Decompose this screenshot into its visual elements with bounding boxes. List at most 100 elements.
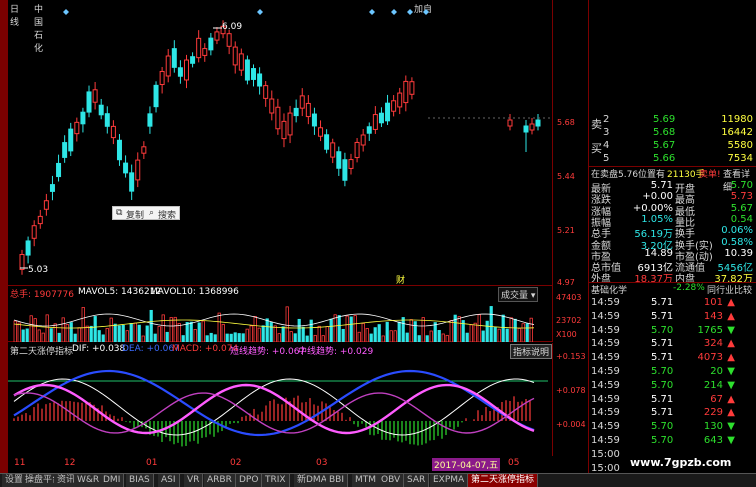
tab-indicator[interactable]: MTM — [352, 474, 381, 487]
volume-bar — [157, 326, 161, 343]
candlestick-chart[interactable]: 6.09 5.03 财 — [8, 0, 552, 286]
short-trend-label: 短线趋势: +0.067 — [230, 347, 306, 357]
indicator-help-button[interactable]: 指标说明 — [510, 344, 552, 359]
search-button[interactable]: 搜索 — [158, 208, 176, 221]
candle-body — [31, 225, 37, 239]
tab-indicator[interactable]: VR — [184, 474, 204, 487]
volume-bar — [37, 329, 41, 343]
volume-bar — [201, 320, 205, 343]
volume-bar — [173, 316, 177, 343]
price-tick: 5.21 — [557, 226, 575, 235]
indicator-panel[interactable]: 第二天涨停指标 DIF: +0.038 DEA: +0.067 MACD: +0… — [8, 343, 552, 456]
stat-value: 0.06% — [721, 225, 753, 237]
tab-indicator[interactable]: W&R — [74, 474, 104, 487]
tab-indicator[interactable]: TRIX — [262, 474, 290, 487]
volume-bar — [57, 332, 61, 343]
date-highlight: 2017-04-07,五 — [432, 458, 501, 471]
volume-bar — [441, 333, 445, 343]
volume-bar — [285, 306, 289, 343]
order-book-row[interactable]: 3 5.68 16442 — [589, 127, 756, 141]
volume-bar — [29, 315, 33, 343]
tab-indicator[interactable]: DPO — [236, 474, 263, 487]
macd-label: MACD: +0.074 — [172, 344, 239, 354]
volume-bar — [321, 335, 325, 343]
volume-bar — [181, 335, 185, 343]
arrow-down-icon: ▼ — [727, 366, 735, 377]
tab-indicator[interactable]: BBI — [326, 474, 349, 487]
candle-body — [354, 141, 360, 159]
tick-row: 14:59 5.71 4073 ▲ — [589, 352, 756, 366]
order-book-row[interactable]: 4 5.67 5580 — [589, 140, 756, 154]
volume-bar — [473, 322, 477, 343]
tab-indicator[interactable]: ASI — [158, 474, 180, 487]
volume-bar — [209, 332, 213, 343]
volume-bar — [49, 328, 53, 343]
sector-row[interactable]: 基础化学 -2.28% 同行业比较 — [589, 282, 756, 296]
stats-row: 最新 5.71 开盘 5.70 — [589, 180, 756, 195]
search-icon[interactable]: ⌕ — [149, 208, 154, 218]
tab-active-indicator[interactable]: 第二天涨停指标 — [468, 474, 539, 487]
volume-bar — [117, 325, 121, 343]
indicator-axis: +0.153 +0.078 +0.004 — [552, 343, 588, 456]
volume-bar — [481, 330, 485, 343]
tab-indicator[interactable]: BIAS — [126, 474, 154, 487]
volume-axis: 47403 23702 X100 — [552, 286, 588, 342]
tab-indicator[interactable]: SAR — [404, 474, 430, 487]
candle-body — [190, 56, 196, 64]
copy-icon[interactable]: ⧉ — [116, 208, 122, 218]
candle-body — [165, 55, 171, 77]
volume-bar — [269, 322, 273, 343]
volume-bar — [81, 307, 85, 343]
date-label: 12 — [64, 458, 76, 468]
tab-indicator[interactable]: DMI — [100, 474, 125, 487]
volume-bar — [109, 317, 113, 343]
volume-dropdown[interactable]: 成交量 ▾ — [498, 287, 539, 302]
tick-price: 5.71 — [651, 338, 674, 350]
tick-volume: 67 — [710, 393, 723, 405]
volume-bar — [185, 322, 189, 343]
event-marker-icon — [257, 9, 263, 15]
volume-bar — [253, 316, 257, 343]
tick-volume: 229 — [703, 407, 723, 419]
stat-value: 1.05% — [641, 213, 673, 225]
volume-bar — [317, 325, 321, 343]
compare-link[interactable]: 同行业比较 — [707, 283, 752, 296]
finance-marker[interactable]: 财 — [396, 273, 405, 286]
stats-row: 总市值 6913亿 流通值 5456亿 — [589, 259, 756, 274]
volume-bar — [417, 335, 421, 343]
volume-bar — [233, 332, 237, 343]
volume-bar — [45, 314, 49, 343]
volume-bar — [373, 327, 377, 343]
copy-button[interactable]: 复制 — [126, 208, 144, 221]
tab-indicator[interactable]: ARBR — [204, 474, 236, 487]
volume-bar — [377, 324, 381, 343]
order-book-row[interactable]: 5 5.66 7534 — [589, 153, 756, 167]
tick-price: 5.70 — [651, 435, 674, 446]
candle-body — [37, 215, 43, 225]
arrow-up-icon: ▲ — [727, 352, 735, 364]
watermark: www.7gpzb.com — [630, 456, 732, 469]
candle-body — [299, 95, 305, 109]
order-book-row[interactable]: 2 5.69 11980 — [589, 114, 756, 128]
volume-bar — [293, 333, 297, 343]
volume-panel[interactable]: 总手: 1907776 MAVOL5: 1436212 MAVOL10: 136… — [8, 286, 552, 343]
candle-body — [226, 33, 232, 47]
candle-body — [251, 68, 257, 80]
volume-bar — [25, 328, 29, 343]
volume-bar — [129, 323, 133, 343]
volume-bar — [413, 321, 417, 343]
event-marker-icon — [391, 9, 397, 15]
candle-body — [385, 102, 391, 122]
volume-bar — [149, 309, 153, 343]
volume-bar — [421, 317, 425, 343]
candle-body — [214, 31, 220, 41]
candle-body — [330, 142, 336, 158]
order-level: 2 — [603, 114, 610, 125]
volume-bar — [53, 323, 57, 343]
tab-indicator[interactable]: EXPMA — [430, 474, 469, 487]
candle-body — [202, 48, 208, 56]
volume-tick: 47403 — [556, 293, 582, 302]
tick-time: 14:59 — [591, 324, 620, 336]
tab-indicator[interactable]: OBV — [378, 474, 405, 487]
volume-bar — [125, 330, 129, 343]
